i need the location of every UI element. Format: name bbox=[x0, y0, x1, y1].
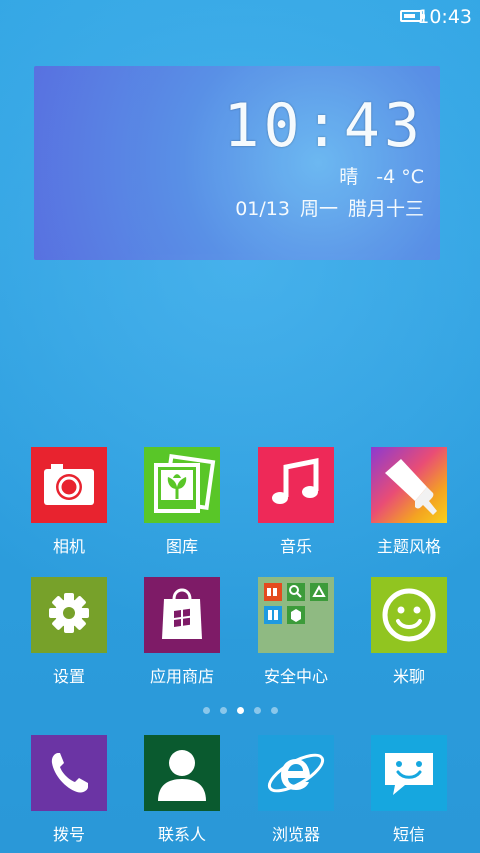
app-music[interactable]: 音乐 bbox=[248, 447, 344, 557]
widget-weather: 晴 -4 °C bbox=[339, 162, 424, 189]
app-settings[interactable]: 设置 bbox=[21, 577, 117, 687]
app-gallery[interactable]: 图库 bbox=[134, 447, 230, 557]
page-dot-active[interactable] bbox=[236, 707, 244, 714]
app-label: 短信 bbox=[392, 825, 425, 844]
app-label: 拨号 bbox=[52, 825, 85, 844]
app-label: 主题风格 bbox=[376, 537, 441, 556]
contact-icon bbox=[144, 735, 220, 811]
status-bar: 10:43 bbox=[0, 0, 480, 34]
app-label: 米聊 bbox=[392, 667, 425, 686]
weather-temperature: -4 °C bbox=[376, 166, 424, 188]
app-contacts[interactable]: 联系人 bbox=[134, 735, 230, 845]
gallery-icon bbox=[144, 447, 220, 523]
security-folder-icon bbox=[258, 577, 334, 653]
app-label: 联系人 bbox=[157, 825, 206, 844]
page-indicator[interactable] bbox=[0, 699, 480, 718]
browser-icon bbox=[258, 735, 334, 811]
app-label: 相机 bbox=[52, 537, 85, 556]
app-label: 应用商店 bbox=[149, 667, 214, 686]
widget-date: 01/13 周一 腊月十三 bbox=[235, 194, 424, 221]
app-label: 音乐 bbox=[279, 537, 312, 556]
page-dot[interactable] bbox=[253, 707, 261, 714]
app-label: 安全中心 bbox=[263, 667, 328, 686]
smiley-icon bbox=[371, 577, 447, 653]
message-icon bbox=[371, 735, 447, 811]
app-dialer[interactable]: 拨号 bbox=[21, 735, 117, 845]
status-time: 10:43 bbox=[417, 6, 472, 28]
phone-icon bbox=[31, 735, 107, 811]
gear-icon bbox=[31, 577, 107, 653]
page-dot[interactable] bbox=[270, 707, 278, 714]
weather-condition: 晴 bbox=[339, 166, 359, 188]
clock-weather-widget[interactable]: 10:43 晴 -4 °C 01/13 周一 腊月十三 bbox=[34, 66, 440, 260]
date-value: 01/13 bbox=[235, 198, 290, 220]
app-label: 浏览器 bbox=[271, 825, 320, 844]
shopping-bag-icon bbox=[144, 577, 220, 653]
app-camera[interactable]: 相机 bbox=[21, 447, 117, 557]
app-security-center[interactable]: 安全中心 bbox=[248, 577, 344, 687]
app-themes[interactable]: 主题风格 bbox=[361, 447, 457, 557]
app-label: 设置 bbox=[52, 667, 85, 686]
page-dot[interactable] bbox=[202, 707, 210, 714]
paint-brush-icon bbox=[371, 447, 447, 523]
app-label: 图库 bbox=[165, 537, 198, 556]
widget-clock: 10:43 bbox=[223, 91, 424, 161]
app-store[interactable]: 应用商店 bbox=[134, 577, 230, 687]
camera-icon bbox=[31, 447, 107, 523]
date-lunar: 腊月十三 bbox=[347, 198, 424, 220]
page-dot[interactable] bbox=[219, 707, 227, 714]
app-mitalk[interactable]: 米聊 bbox=[361, 577, 457, 687]
music-note-icon bbox=[258, 447, 334, 523]
app-messages[interactable]: 短信 bbox=[361, 735, 457, 845]
app-browser[interactable]: 浏览器 bbox=[248, 735, 344, 845]
date-weekday: 周一 bbox=[299, 198, 338, 220]
